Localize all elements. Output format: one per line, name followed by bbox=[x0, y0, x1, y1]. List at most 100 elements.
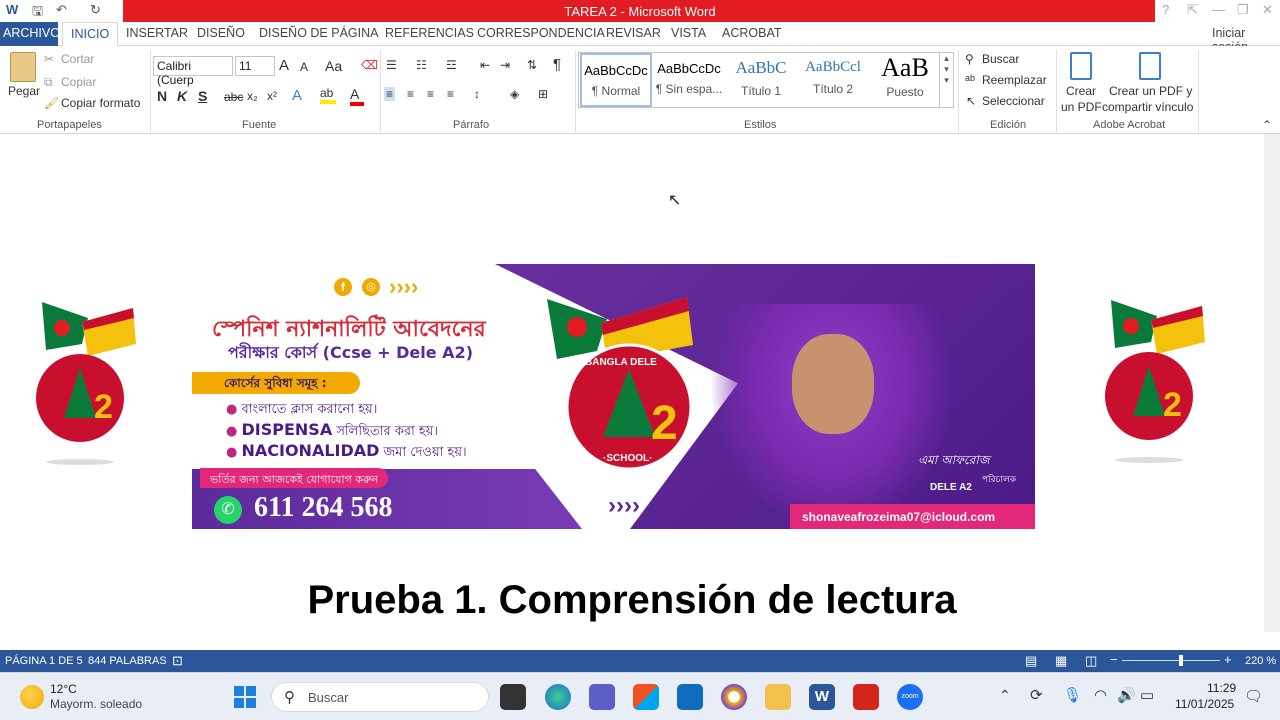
vertical-scrollbar[interactable] bbox=[1264, 134, 1280, 632]
align-left-icon[interactable]: ≡ bbox=[384, 87, 396, 101]
justify-icon[interactable]: ≡ bbox=[447, 87, 454, 101]
font-family-select[interactable]: Calibri (Cuerp bbox=[153, 56, 233, 87]
collapse-ribbon-icon[interactable]: ⌃ bbox=[1262, 118, 1272, 132]
share-pdf-icon[interactable] bbox=[1139, 52, 1161, 80]
show-marks-button[interactable]: ¶ bbox=[553, 56, 561, 73]
outlook-icon[interactable] bbox=[677, 684, 703, 710]
font-color-icon[interactable]: A bbox=[350, 86, 364, 106]
numbering-icon[interactable]: ☷ bbox=[416, 58, 427, 72]
task-view-icon[interactable] bbox=[500, 684, 526, 710]
superscript-button[interactable]: x² bbox=[267, 89, 277, 103]
select-button[interactable]: Seleccionar bbox=[982, 94, 1045, 108]
tab-archivo[interactable]: ARCHIVO bbox=[0, 22, 60, 46]
minimize-icon[interactable]: — bbox=[1212, 2, 1225, 17]
zoom-slider-thumb[interactable] bbox=[1178, 655, 1183, 666]
tab-correspondencia[interactable]: CORRESPONDENCIA bbox=[477, 26, 605, 40]
read-mode-icon[interactable]: ▤ bbox=[1025, 653, 1037, 669]
tab-revisar[interactable]: REVISAR bbox=[606, 26, 661, 40]
create-pdf-label-1[interactable]: Crear bbox=[1066, 84, 1096, 98]
text-effects-icon[interactable]: A bbox=[292, 87, 302, 104]
style-title[interactable]: AaB Puesto bbox=[869, 53, 941, 107]
zoom-level[interactable]: 220 % bbox=[1245, 655, 1276, 667]
cut-button[interactable]: Cortar bbox=[61, 52, 94, 66]
create-pdf-label-2[interactable]: un PDF bbox=[1061, 100, 1102, 114]
subscript-button[interactable]: x₂ bbox=[247, 89, 258, 103]
change-case-button[interactable]: Aa bbox=[325, 58, 342, 74]
font-size-select[interactable]: 11 bbox=[235, 56, 275, 76]
word-taskbar-icon[interactable]: W bbox=[809, 684, 835, 710]
grow-font-button[interactable]: A bbox=[279, 57, 289, 74]
highlight-icon[interactable]: ab bbox=[320, 86, 336, 104]
help-icon[interactable]: ? bbox=[1162, 2, 1169, 17]
multilevel-list-icon[interactable]: ☲ bbox=[446, 58, 457, 72]
tab-inicio[interactable]: INICIO bbox=[62, 22, 119, 47]
style-heading-1[interactable]: AaBbC Título 1 bbox=[725, 53, 797, 107]
paste-button[interactable]: Pegar bbox=[8, 84, 40, 98]
line-spacing-icon[interactable]: ↕ bbox=[474, 87, 480, 101]
copy-icon[interactable]: ⧉ bbox=[44, 75, 53, 90]
maximize-icon[interactable]: ❐ bbox=[1237, 2, 1249, 18]
zoom-out-icon[interactable]: − bbox=[1110, 652, 1118, 667]
weather-temp[interactable]: 12°C bbox=[50, 682, 77, 696]
share-pdf-label-1[interactable]: Crear un PDF y bbox=[1109, 84, 1192, 98]
zoom-slider-track[interactable] bbox=[1122, 660, 1220, 661]
increase-indent-icon[interactable]: ⇥ bbox=[500, 58, 510, 72]
replace-button[interactable]: Reemplazar bbox=[982, 73, 1047, 87]
notification-icon[interactable]: 🗨 bbox=[1244, 687, 1263, 705]
battery-icon[interactable]: ▭ bbox=[1140, 686, 1154, 704]
show-hidden-icons[interactable]: ⌃ bbox=[999, 687, 1011, 704]
weather-desc[interactable]: Mayorm. soleado bbox=[50, 697, 142, 711]
page-count[interactable]: PÁGINA 1 DE 5 bbox=[5, 655, 83, 667]
word-count[interactable]: 844 PALABRAS bbox=[88, 655, 167, 667]
tab-vista[interactable]: VISTA bbox=[671, 26, 706, 40]
create-pdf-icon[interactable] bbox=[1070, 52, 1092, 80]
find-button[interactable]: Buscar bbox=[982, 52, 1019, 66]
ribbon-options-icon[interactable]: ⇱ bbox=[1187, 2, 1198, 18]
close-icon[interactable]: ✕ bbox=[1262, 2, 1273, 18]
styles-more-icon[interactable]: ▴ ▾ ▾ bbox=[939, 53, 953, 107]
document-heading[interactable]: Prueba 1. Comprensión de lectura bbox=[0, 578, 1264, 623]
tab-insertar[interactable]: INSERTAR bbox=[126, 26, 188, 40]
tab-acrobat[interactable]: ACROBAT bbox=[722, 26, 782, 40]
web-layout-icon[interactable]: ◫ bbox=[1085, 653, 1097, 669]
clock-date[interactable]: 11/01/2025 bbox=[1175, 697, 1234, 711]
clear-formatting-icon[interactable]: ⌫ bbox=[361, 58, 378, 72]
replace-icon[interactable]: ab bbox=[965, 73, 975, 83]
store-icon[interactable] bbox=[633, 684, 659, 710]
paste-icon[interactable] bbox=[10, 52, 36, 82]
find-icon[interactable]: ⚲ bbox=[965, 52, 974, 66]
strikethrough-button[interactable]: abc bbox=[224, 90, 243, 104]
clock-time[interactable]: 11:29 bbox=[1207, 681, 1236, 695]
search-box[interactable]: ⚲ Buscar bbox=[271, 682, 489, 712]
sync-icon[interactable]: ⟳ bbox=[1030, 686, 1043, 704]
style-no-spacing[interactable]: AaBbCcDc ¶ Sin espa... bbox=[653, 53, 725, 107]
style-normal[interactable]: AaBbCcDc ¶ Normal bbox=[580, 53, 652, 107]
cut-icon[interactable]: ✂ bbox=[44, 52, 54, 66]
format-painter-icon[interactable]: 🖌 bbox=[44, 96, 59, 110]
wifi-icon[interactable]: ◠ bbox=[1094, 686, 1107, 704]
file-explorer-icon[interactable] bbox=[765, 684, 791, 710]
tab-diseno[interactable]: DISEÑO bbox=[197, 26, 245, 40]
borders-icon[interactable]: ⊞ bbox=[538, 87, 548, 101]
style-heading-2[interactable]: AaBbCcl Título 2 bbox=[797, 53, 869, 107]
sort-icon[interactable]: ⇅ bbox=[527, 58, 537, 72]
italic-button[interactable]: K bbox=[177, 88, 187, 104]
tab-diseno-pagina[interactable]: DISEÑO DE PÁGINA bbox=[259, 26, 378, 40]
start-icon[interactable] bbox=[234, 686, 256, 708]
select-icon[interactable]: ↖ bbox=[966, 94, 976, 108]
bold-button[interactable]: N bbox=[157, 88, 167, 104]
decrease-indent-icon[interactable]: ⇤ bbox=[480, 58, 490, 72]
teams-icon[interactable] bbox=[589, 684, 615, 710]
bullets-icon[interactable]: ☰ bbox=[386, 58, 397, 72]
zoom-app-icon[interactable]: zoom bbox=[897, 684, 923, 710]
acrobat-icon[interactable] bbox=[853, 684, 879, 710]
microphone-icon[interactable]: 🎙 bbox=[1063, 686, 1082, 704]
align-right-icon[interactable]: ≡ bbox=[427, 87, 434, 101]
weather-sun-icon[interactable] bbox=[20, 685, 44, 709]
shading-icon[interactable]: ◈ bbox=[510, 87, 519, 101]
tab-referencias[interactable]: REFERENCIAS bbox=[385, 26, 474, 40]
format-painter-button[interactable]: Copiar formato bbox=[61, 96, 140, 110]
shrink-font-button[interactable]: A bbox=[300, 60, 308, 74]
print-layout-icon[interactable]: ▦ bbox=[1055, 653, 1067, 669]
browser-icon[interactable] bbox=[721, 684, 747, 710]
